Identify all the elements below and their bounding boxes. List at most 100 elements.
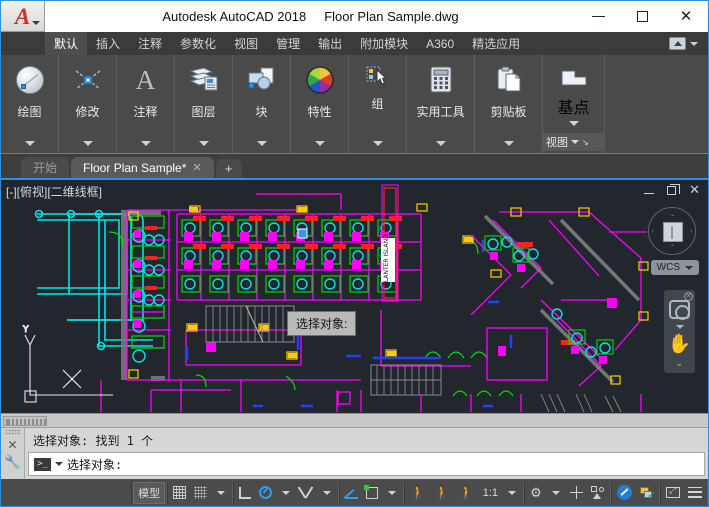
navigation-bar[interactable]: ✕ ✋ ⌄ [664, 290, 695, 373]
file-tab-floor-plan-sample[interactable]: Floor Plan Sample* ✕ [71, 157, 214, 178]
ribbon-tab-annotate[interactable]: 注释 [129, 32, 171, 55]
application-menu-button[interactable]: A [1, 1, 45, 32]
canvas-horizontal-scrollbar[interactable] [1, 413, 708, 427]
command-settings-icon[interactable]: 🔧 [4, 455, 20, 468]
status-group-model: 模型 [131, 481, 168, 504]
ribbon-tab-a360[interactable]: A360 [417, 32, 463, 55]
model-space-tab[interactable]: 模型 [133, 481, 166, 504]
chevron-down-icon[interactable] [503, 141, 514, 146]
ribbon-panel-modify[interactable]: 修改 [59, 55, 117, 153]
ribbon-panel-block[interactable]: 块 [233, 55, 291, 153]
workspace-dropdown[interactable] [546, 482, 566, 504]
object-snap-tracking-toggle[interactable] [341, 482, 362, 504]
chevron-down-icon[interactable] [140, 141, 151, 146]
clean-screen-button[interactable] [662, 482, 684, 504]
ribbon-tab-featured-apps[interactable]: 精选应用 [463, 32, 529, 55]
ribbon-tab-output[interactable]: 输出 [309, 32, 351, 55]
drag-grip-icon[interactable] [4, 429, 21, 435]
maximize-button[interactable] [620, 1, 664, 32]
ribbon-tab-view[interactable]: 视图 [225, 32, 267, 55]
chevron-down-icon[interactable] [690, 41, 698, 46]
object-snap-toggle[interactable] [296, 482, 317, 504]
ribbon-panel-utilities[interactable]: 实用工具 [407, 55, 475, 153]
chevron-down-icon[interactable] [314, 141, 325, 146]
viewport-maximize-icon[interactable] [667, 184, 681, 195]
chevron-down-icon[interactable] [435, 141, 446, 146]
scale-dropdown[interactable] [502, 482, 522, 504]
command-close-icon[interactable]: ✕ [7, 439, 17, 451]
chevron-down-icon[interactable] [675, 325, 684, 329]
collapse-icon [673, 41, 682, 46]
viewport-close-icon[interactable]: ✕ [689, 184, 700, 197]
snap-dropdown[interactable] [211, 482, 231, 504]
polar-tracking-toggle[interactable] [255, 482, 276, 504]
panel-label: 绘图 [17, 105, 42, 119]
view-cube[interactable]: ⌄ ‹ › ⌃ [648, 207, 696, 255]
chevron-down-icon[interactable] [198, 141, 209, 146]
ribbon-panel-annotate[interactable]: A 注释 [117, 55, 175, 153]
chevron-down-icon[interactable] [32, 21, 40, 25]
zoom-tool-icon[interactable] [669, 300, 690, 320]
ribbon-panel-properties[interactable]: 特性 [291, 55, 349, 153]
annotation-monitor-toggle[interactable]: 🚶 [455, 482, 479, 504]
ribbon-panel-group[interactable]: 组 [349, 55, 407, 153]
ribbon-panel-draw[interactable]: 绘图 [1, 55, 59, 153]
status-menu-button[interactable] [684, 482, 706, 504]
new-tab-button[interactable]: + [215, 159, 242, 178]
right-seats [490, 252, 617, 364]
customization-button[interactable]: ✓ [636, 482, 658, 504]
close-button[interactable]: ✕ [664, 1, 708, 32]
view-cube-face[interactable] [663, 222, 683, 242]
command-input-row[interactable]: >_ 选择对象: [28, 452, 705, 476]
annotation-visibility-toggle[interactable] [566, 482, 587, 504]
dynamic-ucs-toggle[interactable]: 🚶 [406, 482, 430, 504]
polar-dropdown[interactable] [276, 482, 296, 504]
chevron-down-icon[interactable] [24, 141, 35, 146]
snap-mode-toggle[interactable] [190, 482, 211, 504]
pan-hand-icon[interactable]: ✋ [668, 335, 692, 354]
ribbon-panel-basepoint[interactable]: 基点 视图 ↘ [543, 55, 605, 153]
ribbon-tab-home[interactable]: 默认 [45, 32, 88, 55]
ribbon-panel-clipboard[interactable]: 剪贴板 [475, 55, 543, 153]
view-panel-chip[interactable]: 视图 ↘ [543, 133, 605, 151]
close-icon[interactable]: ✕ [192, 161, 201, 174]
ucs-toggle[interactable] [362, 482, 382, 504]
ribbon-panel-bar: 绘图 修改 A 注释 图层 块 特性 组 实用工具 剪贴板 基点 视图 ↘ [1, 55, 708, 154]
ribbon-tab-manage[interactable]: 管理 [267, 32, 309, 55]
hardware-acceleration-toggle[interactable] [613, 482, 636, 504]
ortho-mode-toggle[interactable] [235, 482, 255, 504]
chevron-down-icon[interactable] [685, 265, 693, 270]
status-group-grid-snap [167, 481, 234, 504]
chevron-down-icon[interactable] [568, 121, 579, 126]
annotation-scale[interactable]: 1:1 [479, 482, 502, 504]
chevron-down-icon[interactable] [256, 141, 267, 146]
ribbon-tab-insert[interactable]: 插入 [87, 32, 129, 55]
ribbon-tab-parametric[interactable]: 参数化 [171, 32, 225, 55]
chevron-down-icon[interactable] [55, 462, 63, 466]
viewport-controls[interactable]: [-][俯视][二维线框] [6, 183, 102, 200]
chevron-down-icon[interactable] [82, 141, 93, 146]
chevron-double-down-icon[interactable]: ⌄ [676, 359, 684, 368]
viewport-minimize-icon[interactable] [644, 193, 655, 194]
selection-cycling-toggle[interactable]: 🚶 [430, 482, 454, 504]
circle-draw-icon [15, 63, 44, 97]
command-prompt-icon[interactable]: >_ [34, 457, 51, 471]
minimize-button[interactable] [576, 1, 620, 32]
chevron-down-icon[interactable] [571, 140, 579, 144]
ribbon-minimize-button[interactable] [669, 37, 686, 50]
ribbon-tab-addins[interactable]: 附加模块 [351, 32, 417, 55]
grid-display-toggle[interactable] [169, 482, 190, 504]
wcs-selector[interactable]: WCS [650, 260, 699, 275]
basepoint-icon [559, 65, 589, 94]
workspace-switching[interactable]: ⚙ [526, 482, 546, 504]
isolate-objects-button[interactable] [587, 482, 609, 504]
chevron-down-icon[interactable] [372, 141, 383, 146]
ribbon-panel-layers[interactable]: 图层 [175, 55, 233, 153]
drawing-canvas[interactable]: PLANTER ISLAND Y [-][俯视][二维线框] ✕ ⌄ ‹ › ⌃… [1, 180, 708, 427]
file-tab-start[interactable]: 开始 [21, 157, 70, 178]
command-input-text[interactable]: 选择对象: [67, 456, 122, 473]
osnap-dropdown[interactable] [317, 482, 337, 504]
ucs-dropdown[interactable] [382, 482, 402, 504]
expand-corner-icon[interactable]: ↘ [582, 138, 589, 147]
scrollbar-thumb[interactable] [3, 416, 47, 426]
